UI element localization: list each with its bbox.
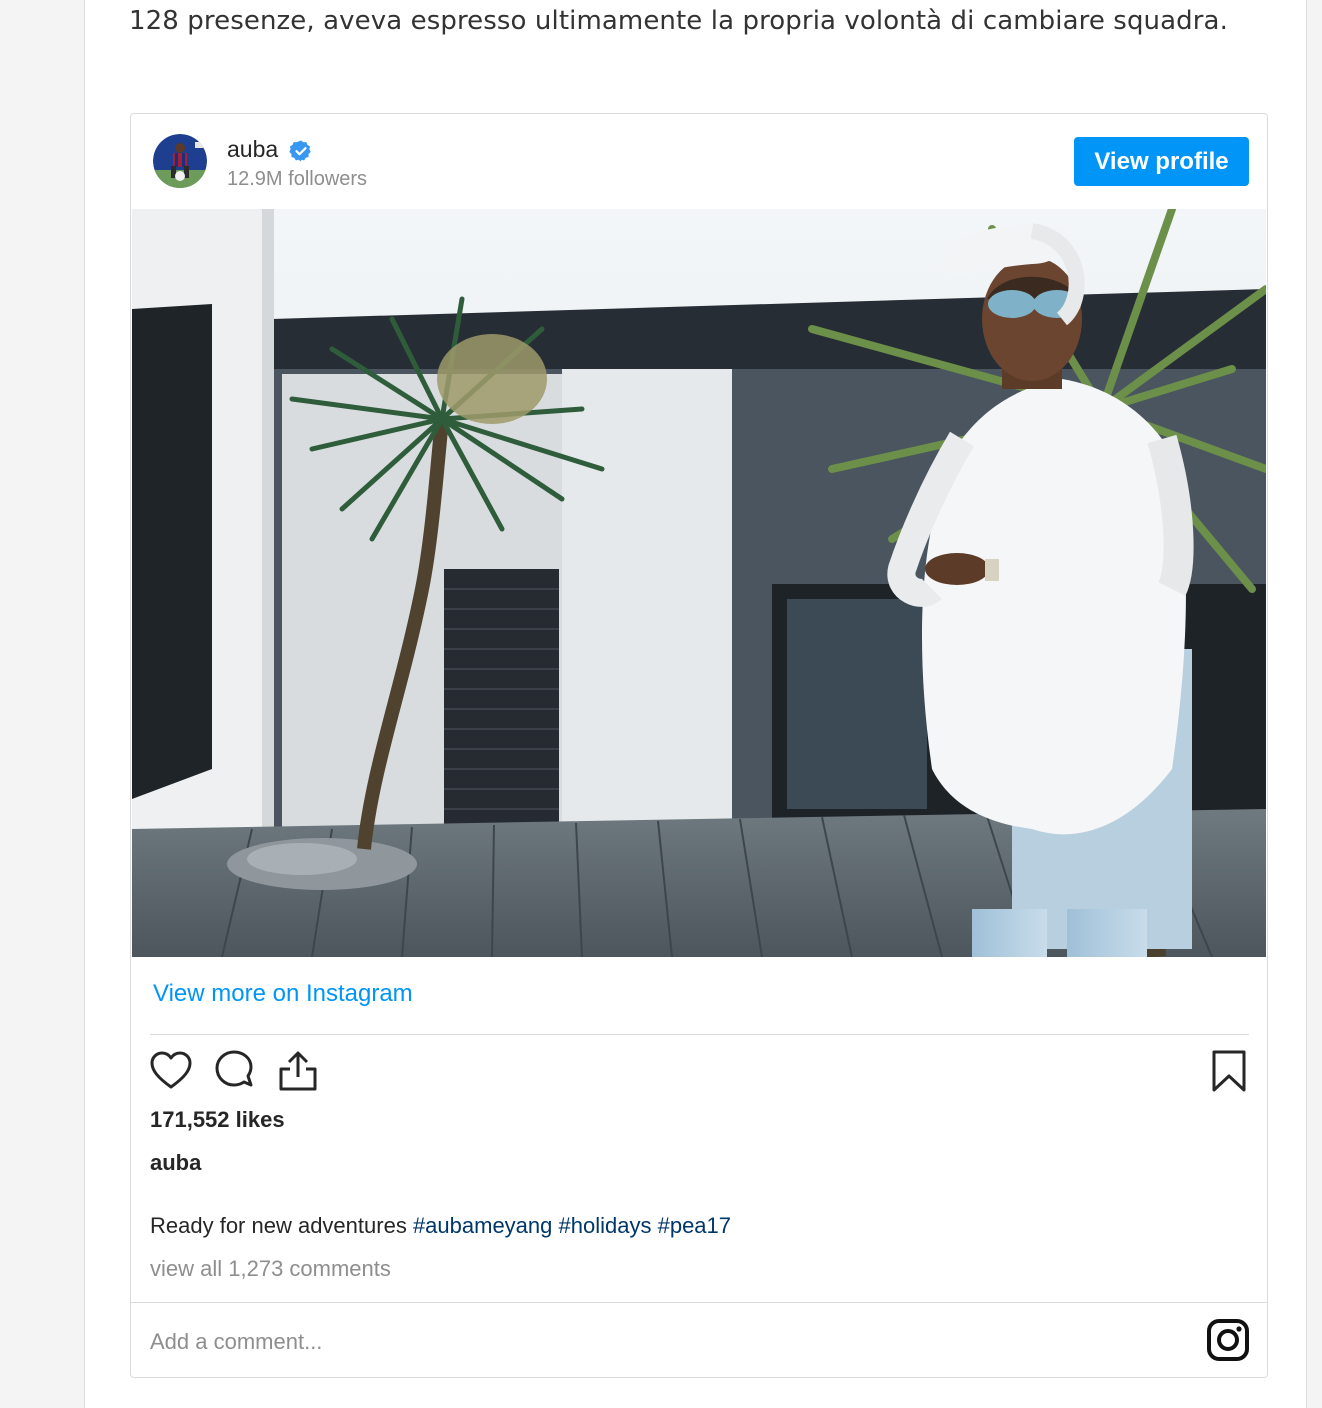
- post-image[interactable]: [132, 209, 1266, 957]
- divider: [131, 1302, 1267, 1303]
- hashtag-link[interactable]: #aubameyang: [413, 1213, 552, 1238]
- avatar[interactable]: [153, 134, 207, 188]
- article-paragraph: 128 presenze, aveva espresso ultimamente…: [129, 6, 1228, 36]
- like-count[interactable]: 171,552 likes: [150, 1107, 285, 1133]
- divider: [150, 1034, 1249, 1035]
- view-more-link[interactable]: View more on Instagram: [153, 980, 413, 1008]
- username[interactable]: auba: [227, 136, 278, 163]
- instagram-embed: auba 12.9M followers View profile View m…: [130, 113, 1268, 1378]
- hashtag-link[interactable]: #pea17: [658, 1213, 731, 1238]
- caption-text: Ready for new adventures: [150, 1213, 413, 1238]
- embed-header: auba 12.9M followers View profile: [131, 114, 1267, 209]
- share-icon[interactable]: [276, 1049, 320, 1093]
- post-caption: Ready for new adventures #aubameyang #ho…: [150, 1213, 731, 1239]
- follower-count: 12.9M followers: [227, 168, 368, 190]
- view-profile-button[interactable]: View profile: [1074, 137, 1249, 186]
- view-comments-link[interactable]: view all 1,273 comments: [150, 1256, 391, 1282]
- instagram-logo-icon[interactable]: [1206, 1318, 1250, 1362]
- comment-icon[interactable]: [213, 1049, 257, 1093]
- bookmark-icon[interactable]: [1207, 1049, 1251, 1093]
- heart-icon[interactable]: [149, 1049, 193, 1093]
- caption-username[interactable]: auba: [150, 1150, 201, 1176]
- verified-badge-icon: [289, 139, 313, 163]
- comment-input[interactable]: [150, 1324, 1050, 1360]
- hashtag-link[interactable]: #holidays: [559, 1213, 652, 1238]
